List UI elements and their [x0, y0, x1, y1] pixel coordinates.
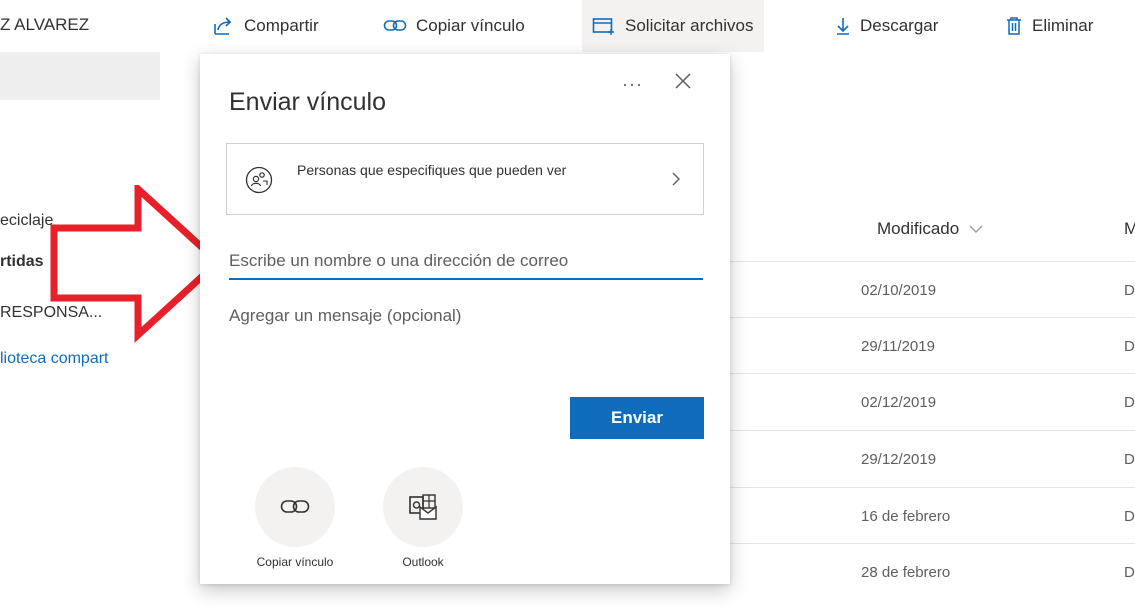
table-row[interactable]: 29/12/2019 D	[730, 430, 1135, 487]
table-row[interactable]: 16 de febrero D	[730, 487, 1135, 544]
close-icon[interactable]	[674, 72, 692, 90]
user-name: Z ALVAREZ	[0, 15, 90, 34]
recipient-input[interactable]	[229, 244, 703, 280]
send-button[interactable]: Enviar	[570, 397, 704, 439]
trash-icon	[1007, 17, 1021, 35]
copy-link-button[interactable]: Copiar vínculo	[383, 0, 525, 52]
row-modified: 29/12/2019	[861, 451, 937, 468]
request-files-label: Solicitar archivos	[625, 16, 754, 35]
row-modified-by: D	[1124, 508, 1135, 525]
chevron-right-icon	[672, 172, 680, 186]
copy-link-option-label: Copiar vínculo	[256, 555, 334, 569]
chevron-down-icon	[969, 225, 983, 233]
nav-selected-item[interactable]	[0, 52, 160, 100]
share-icon	[214, 17, 232, 35]
link-icon	[280, 500, 310, 513]
download-icon	[837, 18, 849, 35]
copy-link-option[interactable]: Copiar vínculo	[240, 467, 350, 569]
row-modified: 16 de febrero	[861, 508, 951, 525]
row-modified-by: D	[1124, 394, 1135, 411]
table-row[interactable]: 02/10/2019 D	[730, 261, 1135, 318]
row-modified-by: D	[1124, 338, 1135, 355]
permission-text: Personas que especifiques que pueden ver	[297, 162, 567, 178]
copy-link-circle[interactable]	[255, 467, 335, 547]
download-label: Descargar	[860, 16, 939, 35]
request-files-button[interactable]: Solicitar archivos	[582, 0, 764, 52]
table-row[interactable]: 29/11/2019 D	[730, 317, 1135, 374]
people-icon	[245, 166, 273, 194]
share-label: Compartir	[244, 16, 319, 35]
row-modified-by: D	[1124, 282, 1135, 299]
table-row[interactable]: 28 de febrero D	[730, 543, 1135, 600]
outlook-option-label: Outlook	[402, 555, 444, 569]
dialog-title: Enviar vínculo	[229, 88, 387, 116]
modified-header-label: Modificado	[877, 219, 960, 238]
copy-link-label: Copiar vínculo	[416, 16, 525, 35]
nav-item-shared-library[interactable]: lioteca compart	[0, 350, 160, 368]
outlook-icon	[409, 494, 437, 520]
request-files-icon	[592, 18, 614, 35]
row-modified: 02/12/2019	[861, 394, 937, 411]
row-modified: 29/11/2019	[861, 338, 935, 355]
table-row[interactable]: 02/12/2019 D	[730, 373, 1135, 430]
delete-label: Eliminar	[1032, 16, 1094, 35]
outlook-circle[interactable]	[383, 467, 463, 547]
row-modified: 02/10/2019	[861, 282, 937, 299]
outlook-option[interactable]: Outlook	[368, 467, 478, 569]
delete-button[interactable]: Eliminar	[1005, 0, 1093, 52]
download-button[interactable]: Descargar	[835, 0, 938, 52]
more-options-icon[interactable]: ···	[622, 74, 643, 95]
row-modified-by: D	[1124, 451, 1135, 468]
share-button[interactable]: Compartir	[213, 0, 319, 52]
send-link-dialog: Enviar vínculo ··· Personas que especifi…	[200, 54, 730, 584]
row-modified: 28 de febrero	[861, 564, 951, 581]
row-modified-by: D	[1124, 564, 1135, 581]
command-bar: Z ALVAREZ Compartir Copiar vínculo Solic…	[0, 0, 1135, 52]
modified-by-column-header[interactable]: M	[1124, 219, 1135, 239]
link-permission-selector[interactable]: Personas que especifiques que pueden ver	[226, 143, 704, 215]
message-input[interactable]	[229, 302, 703, 376]
modified-column-header[interactable]: Modificado	[877, 219, 983, 239]
link-icon	[383, 20, 407, 31]
